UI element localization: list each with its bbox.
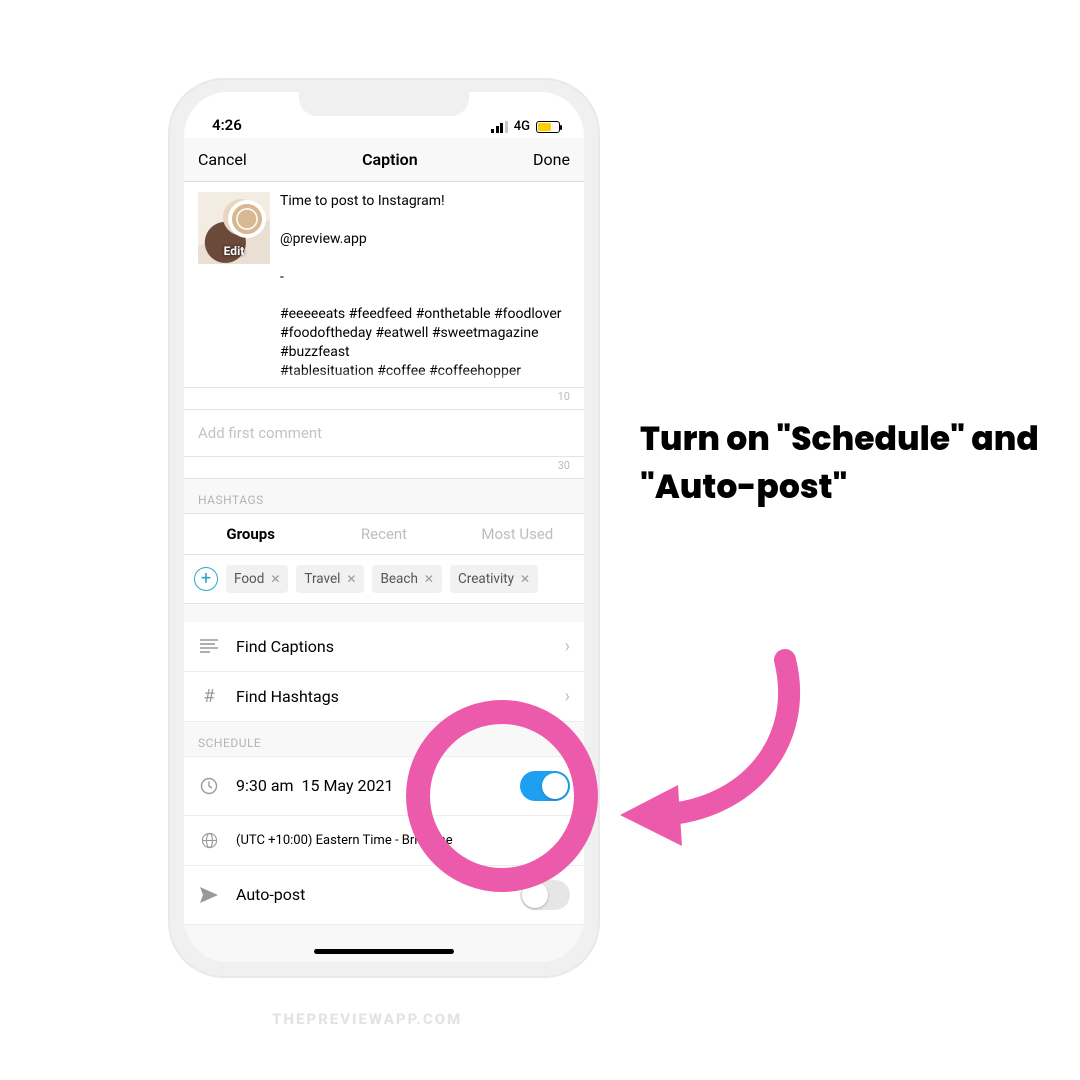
chevron-right-icon: › [565, 686, 570, 707]
hashtag-tabs: Groups Recent Most Used [184, 513, 584, 555]
annotation-text: Turn on "Schedule" and "Auto-post" [640, 415, 1040, 511]
navbar: Cancel Caption Done [184, 138, 584, 182]
chip-remove-icon[interactable]: ✕ [270, 572, 280, 586]
first-comment-input[interactable]: Add first comment [184, 410, 584, 457]
hashtags-header: HASHTAGS [184, 479, 584, 513]
battery-icon [536, 121, 560, 133]
first-comment-counter: 30 [184, 457, 584, 479]
chevron-right-icon: › [565, 636, 570, 657]
send-icon [198, 887, 220, 903]
globe-icon [198, 832, 220, 849]
thumbnail-edit-label: Edit [198, 244, 270, 258]
hashtag-chip[interactable]: Creativity ✕ [450, 565, 538, 593]
chip-label: Beach [380, 571, 417, 587]
chip-remove-icon[interactable]: ✕ [424, 572, 434, 586]
schedule-time: 9:30 am 15 May 2021 [236, 776, 394, 795]
caption-counter: 10 [184, 388, 584, 410]
plus-icon: + [201, 570, 211, 588]
clock-icon [198, 777, 220, 795]
chip-remove-icon[interactable]: ✕ [346, 572, 356, 586]
tab-groups[interactable]: Groups [184, 514, 317, 554]
caption-textarea[interactable]: Time to post to Instagram! @preview.app … [280, 192, 570, 381]
network-label: 4G [514, 119, 530, 134]
find-captions-label: Find Captions [236, 637, 334, 656]
watermark: THEPREVIEWAPP.COM [272, 1010, 462, 1028]
status-right: 4G [491, 119, 560, 134]
hashtag-chip[interactable]: Food ✕ [226, 565, 288, 593]
post-thumbnail[interactable]: Edit [198, 192, 270, 264]
hashtag-chip[interactable]: Travel ✕ [296, 565, 364, 593]
add-hashtag-group-button[interactable]: + [194, 567, 218, 591]
find-captions-row[interactable]: Find Captions › [184, 622, 584, 672]
annotation-circle [406, 700, 598, 892]
chip-label: Creativity [458, 571, 514, 587]
lines-icon [198, 639, 220, 653]
annotation-arrow [600, 640, 820, 860]
done-button[interactable]: Done [533, 150, 570, 169]
tab-most-used[interactable]: Most Used [451, 514, 584, 554]
signal-icon [491, 121, 508, 133]
cancel-button[interactable]: Cancel [198, 150, 247, 169]
status-time: 4:26 [212, 116, 242, 134]
hashtag-chip[interactable]: Beach ✕ [372, 565, 441, 593]
chip-label: Travel [304, 571, 340, 587]
page-title: Caption [362, 150, 418, 169]
chip-remove-icon[interactable]: ✕ [520, 572, 530, 586]
chip-label: Food [234, 571, 264, 587]
autopost-label: Auto-post [236, 885, 305, 904]
find-hashtags-label: Find Hashtags [236, 687, 339, 706]
caption-block: Edit Time to post to Instagram! @preview… [184, 182, 584, 388]
tab-recent[interactable]: Recent [317, 514, 450, 554]
hashtag-icon: # [198, 686, 220, 707]
phone-notch [299, 92, 469, 116]
home-indicator [314, 949, 454, 954]
hashtag-chips-row: + Food ✕ Travel ✕ Beach ✕ Creativity ✕ [184, 555, 584, 604]
